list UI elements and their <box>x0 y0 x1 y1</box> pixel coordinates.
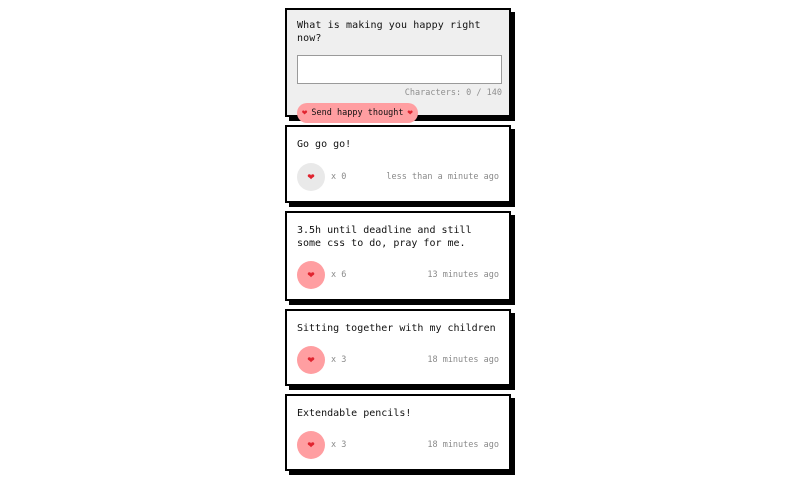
time-ago: less than a minute ago <box>386 172 499 182</box>
heart-icon: ❤ <box>307 171 315 182</box>
like-count: x 3 <box>331 355 347 365</box>
heart-icon: ❤ <box>407 107 413 118</box>
time-ago: 18 minutes ago <box>427 355 499 365</box>
heart-icon: ❤ <box>307 439 315 450</box>
time-ago: 18 minutes ago <box>427 440 499 450</box>
time-ago: 13 minutes ago <box>427 270 499 280</box>
like-count: x 6 <box>331 270 347 280</box>
like-button[interactable]: ❤ <box>297 163 325 191</box>
thought-message: Extendable pencils! <box>297 408 412 419</box>
heart-icon: ❤ <box>302 107 308 118</box>
like-button[interactable]: ❤ <box>297 261 325 289</box>
like-count: x 3 <box>331 440 347 450</box>
thought-message: Sitting together with my children <box>297 323 496 334</box>
thought-message: Go go go! <box>297 139 352 150</box>
happy-thoughts-feed: What is making you happy right now? Char… <box>285 8 511 471</box>
thought-footer: ❤ x 0 less than a minute ago <box>297 163 499 191</box>
heart-icon: ❤ <box>307 354 315 365</box>
thought-card: 3.5h until deadline and still some css t… <box>285 211 511 301</box>
thought-card: Extendable pencils! ❤ x 3 18 minutes ago <box>285 394 511 471</box>
like-count: x 0 <box>331 172 347 182</box>
like-button[interactable]: ❤ <box>297 346 325 374</box>
compose-card: What is making you happy right now? Char… <box>285 8 511 123</box>
send-happy-thought-button[interactable]: ❤ Send happy thought ❤ <box>297 103 418 123</box>
thought-footer: ❤ x 3 18 minutes ago <box>297 346 499 374</box>
character-counter: Characters: 0 / 140 <box>404 88 502 98</box>
thought-message: 3.5h until deadline and still some css t… <box>297 225 472 249</box>
thought-footer: ❤ x 3 18 minutes ago <box>297 431 499 459</box>
thought-input[interactable] <box>297 55 502 84</box>
like-button[interactable]: ❤ <box>297 431 325 459</box>
thought-card: Sitting together with my children ❤ x 3 … <box>285 309 511 386</box>
heart-icon: ❤ <box>307 269 315 280</box>
send-button-label: Send happy thought <box>311 108 404 118</box>
compose-title: What is making you happy right now? <box>297 20 481 44</box>
thought-card: Go go go! ❤ x 0 less than a minute ago <box>285 125 511 203</box>
thought-footer: ❤ x 6 13 minutes ago <box>297 261 499 289</box>
